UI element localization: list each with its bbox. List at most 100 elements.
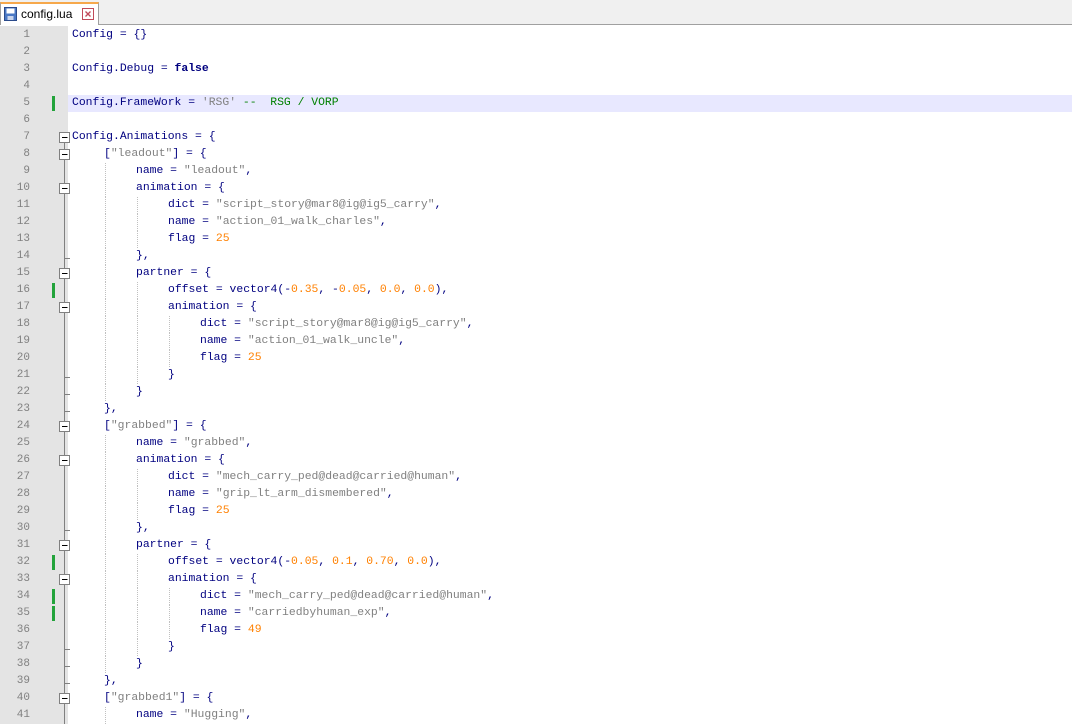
code-line[interactable]: flag = 49 (72, 622, 1072, 639)
line-number: 37 (16, 641, 30, 653)
fold-collapse-icon[interactable] (59, 183, 70, 194)
line-number: 3 (23, 63, 30, 75)
code-line[interactable]: ["grabbed"] = { (72, 418, 1072, 435)
code-line[interactable]: name = "Hugging", (72, 707, 1072, 724)
indent-guide (137, 299, 138, 316)
indent-guide (105, 639, 106, 656)
code-text: ["grabbed1"] = { (104, 690, 213, 707)
fold-collapse-icon[interactable] (59, 540, 70, 551)
fold-collapse-icon[interactable] (59, 421, 70, 432)
code-line[interactable]: name = "leadout", (72, 163, 1072, 180)
code-token: , (398, 335, 406, 347)
code-line[interactable]: } (72, 639, 1072, 656)
code-line[interactable]: partner = { (72, 537, 1072, 554)
fold-collapse-icon[interactable] (59, 455, 70, 466)
code-token: flag = (168, 233, 216, 245)
code-text: flag = 25 (168, 231, 230, 248)
indent-guide (105, 316, 106, 333)
line-number: 18 (16, 318, 30, 330)
code-line[interactable]: flag = 25 (72, 231, 1072, 248)
code-text: offset = vector4(-0.05, 0.1, 0.70, 0.0), (168, 554, 441, 571)
fold-margin[interactable] (58, 26, 72, 724)
code-line[interactable]: }, (72, 520, 1072, 537)
code-line[interactable]: }, (72, 401, 1072, 418)
code-token: dict = (200, 590, 248, 602)
code-line[interactable]: animation = { (72, 452, 1072, 469)
code-line[interactable] (72, 44, 1072, 61)
code-line[interactable]: animation = { (72, 571, 1072, 588)
code-line[interactable]: dict = "script_story@mar8@ig@ig5_carry", (72, 197, 1072, 214)
code-line[interactable]: dict = "mech_carry_ped@dead@carried@huma… (72, 588, 1072, 605)
close-icon[interactable] (82, 8, 94, 20)
code-line[interactable]: name = "grip_lt_arm_dismembered", (72, 486, 1072, 503)
code-text: partner = { (136, 537, 211, 554)
code-line[interactable]: ["grabbed1"] = { (72, 690, 1072, 707)
code-line[interactable]: offset = vector4(-0.35, -0.05, 0.0, 0.0)… (72, 282, 1072, 299)
indent-guide (105, 656, 106, 673)
code-token: , (245, 165, 253, 177)
code-text: flag = 25 (168, 503, 230, 520)
tab-config-lua[interactable]: config.lua (0, 2, 99, 25)
code-line[interactable]: } (72, 384, 1072, 401)
code-token: 0.70 (366, 556, 394, 568)
code-token: , (487, 590, 494, 602)
fold-collapse-icon[interactable] (59, 574, 70, 585)
code-line[interactable] (72, 78, 1072, 95)
code-token: name = (136, 165, 184, 177)
code-line[interactable]: flag = 25 (72, 350, 1072, 367)
indent-guide (105, 299, 106, 316)
code-line[interactable]: name = "carriedbyhuman_exp", (72, 605, 1072, 622)
code-line[interactable]: } (72, 656, 1072, 673)
code-line[interactable]: dict = "script_story@mar8@ig@ig5_carry", (72, 316, 1072, 333)
code-token: 49 (247, 624, 262, 636)
code-line[interactable]: }, (72, 673, 1072, 690)
code-line[interactable]: Config.FrameWork = 'RSG' -- RSG / VORP (68, 95, 1072, 112)
code-line[interactable]: animation = { (72, 180, 1072, 197)
code-token: , (434, 199, 442, 211)
indent-guide (105, 333, 106, 350)
fold-collapse-icon[interactable] (59, 302, 70, 313)
code-line[interactable]: dict = "mech_carry_ped@dead@carried@huma… (72, 469, 1072, 486)
code-token: , (384, 607, 392, 619)
code-text: ["leadout"] = { (104, 146, 207, 163)
code-token: , (379, 216, 387, 228)
indent-guide (169, 605, 170, 622)
fold-collapse-icon[interactable] (59, 149, 70, 160)
line-number: 8 (23, 148, 30, 160)
code-line[interactable]: } (72, 367, 1072, 384)
code-token: ] = { (172, 420, 207, 432)
indent-guide (105, 282, 106, 299)
code-line[interactable]: ["leadout"] = { (72, 146, 1072, 163)
indent-guide (105, 537, 106, 554)
code-area[interactable]: Config = {} Config.Debug = false Config.Fr… (68, 26, 1072, 724)
code-text: }, (136, 520, 150, 537)
line-number: 6 (23, 114, 30, 126)
code-token: dict = (200, 318, 248, 330)
line-number: 2 (23, 46, 30, 58)
code-line[interactable] (72, 112, 1072, 129)
code-line[interactable]: animation = { (72, 299, 1072, 316)
code-line[interactable]: Config = {} (72, 27, 1072, 44)
fold-collapse-icon[interactable] (59, 268, 70, 279)
line-number: 26 (16, 454, 30, 466)
code-line[interactable]: Config.Debug = false (72, 61, 1072, 78)
indent-guide (105, 520, 106, 537)
code-token: 0.05 (338, 284, 367, 296)
code-line[interactable]: flag = 25 (72, 503, 1072, 520)
line-number: 34 (16, 590, 30, 602)
fold-collapse-icon[interactable] (59, 132, 70, 143)
indent-guide (105, 605, 106, 622)
code-line[interactable]: name = "grabbed", (72, 435, 1072, 452)
code-line[interactable]: Config.Animations = { (72, 129, 1072, 146)
code-line[interactable]: name = "action_01_walk_uncle", (72, 333, 1072, 350)
code-token: "grabbed" (110, 420, 173, 432)
code-line[interactable]: }, (72, 248, 1072, 265)
code-token: name = (168, 488, 216, 500)
code-editor[interactable]: 1 2 3 4 5 6 7 8 9 10 11 12 13 14 15 16 17 18 19 20 21 22 23 24 2… (0, 26, 1072, 724)
code-line[interactable]: name = "action_01_walk_charles", (72, 214, 1072, 231)
fold-collapse-icon[interactable] (59, 693, 70, 704)
code-line[interactable]: partner = { (72, 265, 1072, 282)
code-token: "mech_carry_ped@dead@carried@human" (247, 590, 488, 602)
code-line[interactable]: offset = vector4(-0.05, 0.1, 0.70, 0.0), (72, 554, 1072, 571)
indent-guide (169, 588, 170, 605)
